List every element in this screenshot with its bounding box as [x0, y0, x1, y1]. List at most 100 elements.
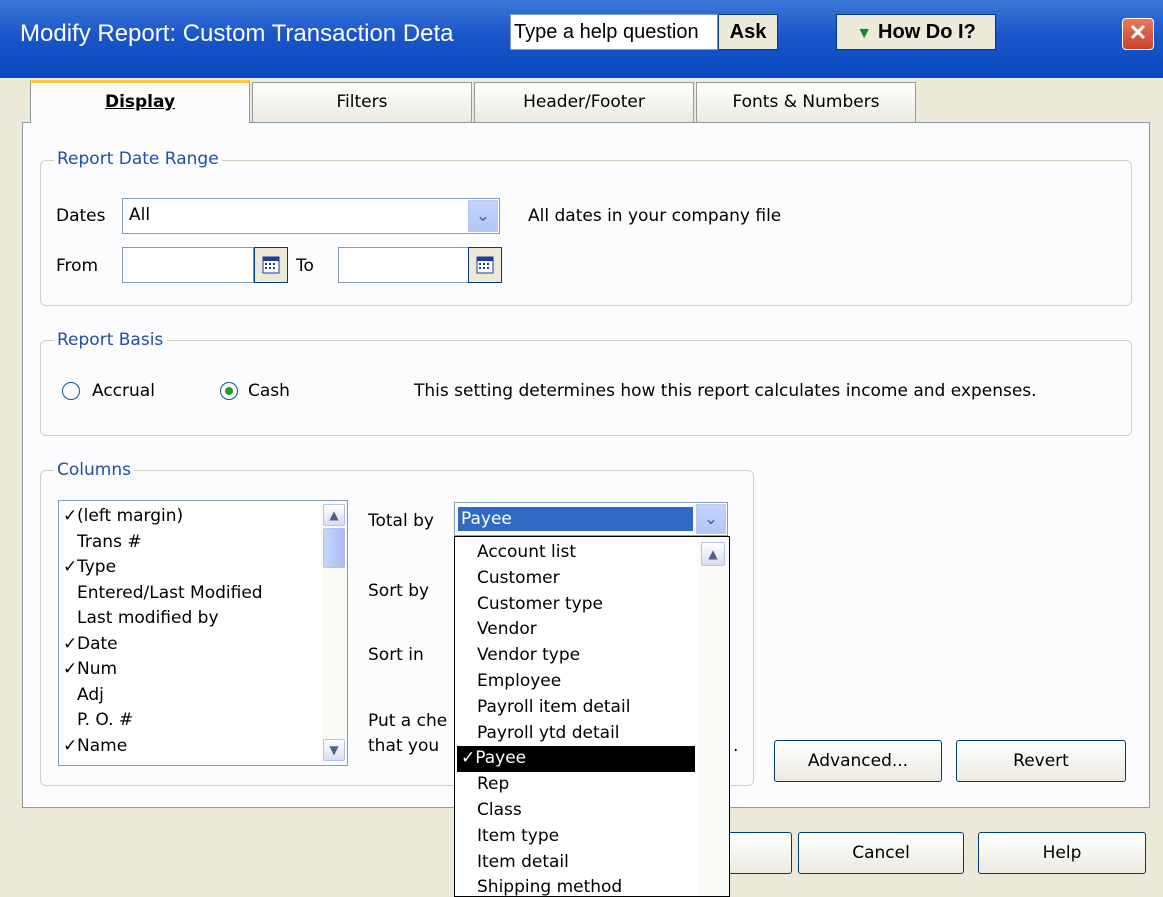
hint-line-2: that you: [368, 736, 440, 756]
check-icon: ✓: [63, 659, 78, 679]
dropdown-option-selected[interactable]: ✓Payee: [457, 746, 695, 773]
revert-button[interactable]: Revert: [956, 740, 1126, 782]
list-item[interactable]: ✓(left margin): [63, 504, 183, 529]
dropdown-option[interactable]: Payroll item detail: [457, 695, 695, 721]
list-item[interactable]: Last modified by: [63, 606, 219, 631]
cancel-button[interactable]: Cancel: [798, 832, 964, 874]
cash-radio[interactable]: [220, 382, 238, 400]
list-item-label: Date: [77, 633, 118, 654]
cash-label: Cash: [248, 381, 290, 401]
tab-display-label: Display: [104, 92, 176, 112]
total-by-dropdown-button[interactable]: ⌄: [696, 504, 726, 534]
cash-radio-selected-dot: [225, 387, 233, 395]
dates-label: Dates: [56, 206, 106, 226]
list-item-label: Entered/Last Modified: [77, 582, 263, 603]
columns-scrollbar[interactable]: ▲ ▼: [321, 501, 347, 765]
dropdown-option[interactable]: Class: [457, 798, 695, 824]
total-by-select[interactable]: Payee ⌄: [454, 502, 728, 536]
ask-button[interactable]: Ask: [718, 14, 778, 50]
chevron-down-icon: ⌄: [475, 206, 491, 226]
tab-fonts-numbers[interactable]: Fonts & Numbers: [696, 82, 916, 122]
option-label: Vendor type: [477, 645, 581, 666]
option-label: Class: [477, 800, 522, 820]
columns-list-items: ✓(left margin) Trans # ✓Type Entered/Las…: [63, 504, 313, 764]
dropdown-option[interactable]: Vendor: [457, 617, 695, 643]
from-calendar-button[interactable]: [254, 247, 288, 283]
scroll-down-icon[interactable]: ▼: [323, 739, 345, 761]
option-label: Customer type: [477, 593, 603, 614]
calendar-icon: [262, 256, 280, 274]
advanced-button[interactable]: Advanced...: [774, 740, 942, 782]
dropdown-option[interactable]: Rep: [457, 772, 695, 798]
dropdown-option[interactable]: Payroll ytd detail: [457, 721, 695, 747]
calendar-icon: [476, 256, 494, 274]
help-button[interactable]: Help: [978, 832, 1146, 874]
revert-button-label: Revert: [1013, 751, 1069, 771]
close-button[interactable]: ✕: [1122, 18, 1154, 50]
how-do-i-button[interactable]: ▼ How Do I?: [836, 14, 996, 50]
accrual-label: Accrual: [92, 381, 155, 401]
scroll-thumb[interactable]: [323, 528, 345, 568]
list-item[interactable]: Entered/Last Modified: [63, 581, 263, 606]
from-label: From: [56, 256, 99, 276]
check-icon: ✓: [461, 748, 476, 769]
report-basis-legend: Report Basis: [54, 330, 167, 350]
columns-legend: Columns: [54, 460, 134, 480]
option-label: Customer: [477, 567, 560, 588]
total-by-dropdown-list[interactable]: Account list Customer Customer type Vend…: [454, 536, 730, 897]
dropdown-option[interactable]: Account list: [457, 540, 695, 566]
dropdown-option[interactable]: Vendor type: [457, 643, 695, 669]
option-label: Payroll item detail: [477, 696, 631, 717]
dropdown-option[interactable]: Item detail: [457, 850, 695, 876]
to-date-input[interactable]: [338, 247, 470, 283]
tab-header-footer[interactable]: Header/Footer: [474, 82, 694, 122]
sort-by-label: Sort by: [368, 581, 430, 601]
list-item-label: P. O. #: [77, 710, 134, 730]
list-item-label: Adj: [77, 684, 104, 705]
option-label: Vendor: [477, 619, 537, 640]
list-item-label: (left margin): [77, 506, 184, 526]
date-range-legend: Report Date Range: [54, 149, 222, 169]
scroll-up-icon[interactable]: ▲: [323, 504, 345, 526]
list-item-label: Last modified by: [77, 608, 219, 628]
help-button-label: Help: [1042, 843, 1082, 863]
list-item[interactable]: P. O. #: [63, 708, 133, 733]
close-icon: ✕: [1128, 20, 1148, 45]
chevron-down-icon: ⌄: [703, 509, 719, 529]
list-item[interactable]: Adj: [63, 683, 104, 708]
list-item-label: Name: [77, 735, 128, 756]
hint-line-1: Put a che: [368, 711, 448, 731]
dropdown-option[interactable]: Item type: [457, 824, 695, 850]
dropdown-option[interactable]: Employee: [457, 669, 695, 695]
total-by-label: Total by: [368, 511, 434, 531]
dropdown-option[interactable]: Customer: [457, 566, 695, 592]
dates-select[interactable]: All ⌄: [122, 198, 500, 234]
scroll-up-icon[interactable]: ▲: [701, 542, 725, 566]
how-do-i-label: How Do I?: [878, 21, 976, 43]
option-label: Payroll ytd detail: [477, 722, 620, 743]
option-label: Item detail: [477, 851, 569, 872]
tab-display[interactable]: Display: [30, 80, 250, 123]
total-by-value: Payee: [458, 507, 693, 531]
cancel-button-label: Cancel: [852, 843, 910, 863]
dropdown-scrollbar[interactable]: ▲: [697, 537, 729, 896]
list-item[interactable]: ✓Date: [63, 632, 118, 657]
list-item-label: Type: [77, 557, 117, 577]
list-item-label: Trans #: [77, 531, 142, 552]
tab-filters[interactable]: Filters: [252, 82, 472, 122]
from-date-input[interactable]: [122, 247, 254, 283]
accrual-radio[interactable]: [62, 382, 80, 400]
to-calendar-button[interactable]: [468, 247, 502, 283]
dropdown-option[interactable]: Shipping method: [457, 875, 695, 897]
dropdown-option[interactable]: Customer type: [457, 592, 695, 618]
list-item[interactable]: ✓Num: [63, 657, 117, 682]
option-label: Employee: [477, 671, 562, 691]
help-question-input[interactable]: Type a help question: [510, 14, 718, 50]
columns-list[interactable]: ✓(left margin) Trans # ✓Type Entered/Las…: [58, 500, 348, 766]
option-label: Shipping method: [477, 877, 623, 897]
list-item[interactable]: ✓Type: [63, 555, 116, 580]
to-label: To: [296, 256, 314, 276]
list-item[interactable]: Trans #: [63, 530, 142, 555]
dates-dropdown-button[interactable]: ⌄: [468, 200, 498, 232]
list-item[interactable]: ✓Name: [63, 734, 127, 759]
